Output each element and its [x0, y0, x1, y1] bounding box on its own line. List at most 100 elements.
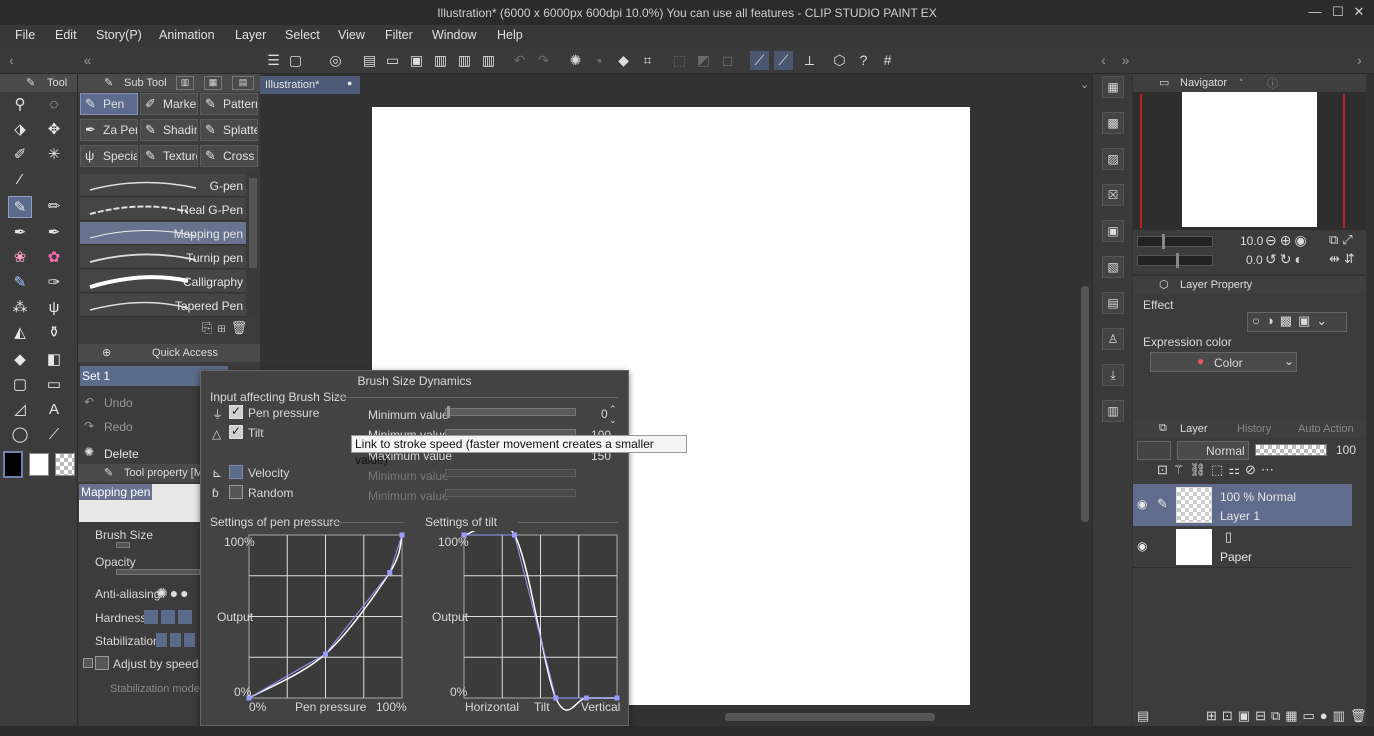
decoration-tool-icon[interactable]: ❀ — [8, 247, 32, 269]
layer-opacity-slider[interactable] — [1255, 444, 1327, 456]
navigator-preview[interactable] — [1133, 92, 1366, 230]
watercolor-tool-icon[interactable]: ✎ — [8, 272, 32, 294]
tab-modified-dot-icon[interactable]: ● — [347, 78, 352, 88]
collapse-left-double-icon[interactable]: « — [78, 51, 97, 70]
clear-icon[interactable]: ▪ — [590, 51, 609, 70]
brush-item-g-pen[interactable]: G-pen — [80, 174, 246, 197]
save-icon[interactable]: ▣ — [407, 51, 426, 70]
snap-special-ruler-icon[interactable]: ⟋ — [774, 51, 793, 70]
material-download-icon[interactable]: ⤓ — [1102, 364, 1124, 386]
ink-tool-icon[interactable]: ✑ — [42, 272, 66, 294]
menu-window[interactable]: Window — [432, 28, 476, 42]
tool-tab-label[interactable]: Tool — [47, 77, 67, 89]
pressure-control-point[interactable] — [399, 532, 405, 538]
layer-color-select[interactable] — [1137, 441, 1171, 460]
layer-lock-buttons[interactable]: ⊡⚚⛓⬚⚏⊘⋯ — [1157, 462, 1279, 478]
text-tool-icon[interactable]: A — [42, 399, 66, 421]
brush-item-calligraphy[interactable]: Calligraphy — [80, 270, 246, 293]
brush-tool-icon[interactable]: ✒ — [8, 222, 32, 244]
export-psd-icon[interactable]: ▥ — [479, 51, 498, 70]
menu-layer[interactable]: Layer — [235, 28, 266, 42]
new-canvas-icon[interactable]: ▢ — [286, 51, 305, 70]
create-sub-tool-icon[interactable]: ⊞ — [217, 320, 230, 335]
expand-right-icon[interactable]: » — [1116, 51, 1135, 70]
pressure-control-point[interactable] — [323, 651, 328, 657]
edit-pen-icon[interactable]: ✎ — [1157, 496, 1168, 512]
maximize-button[interactable]: ☐ — [1329, 3, 1347, 21]
loading-icon[interactable]: ✺ — [566, 51, 585, 70]
export-jpg-icon[interactable]: ▥ — [431, 51, 450, 70]
canvas-v-scrollbar[interactable] — [1080, 96, 1090, 716]
sub-tool-group-cross[interactable]: ✎ Cross — [200, 145, 258, 167]
menu-view[interactable]: View — [338, 28, 365, 42]
blend-mode-select[interactable]: Normal — [1177, 441, 1249, 460]
fill-tool-icon[interactable]: ◆ — [8, 349, 32, 371]
gradient-tool-icon[interactable]: ◧ — [42, 349, 66, 371]
random-checkbox[interactable] — [229, 485, 243, 499]
sub-tool-group-pattern[interactable]: ✎ Pattern — [200, 93, 258, 115]
quick-access-tab-label[interactable]: Quick Access — [152, 347, 218, 359]
deselect-icon[interactable]: ⬚ — [670, 51, 689, 70]
quick-redo[interactable]: Redo — [104, 420, 133, 434]
pressure-control-point[interactable] — [387, 569, 393, 575]
stabilization-options[interactable] — [156, 633, 196, 647]
open-file-icon[interactable]: ▭ — [383, 51, 402, 70]
ribbon-tool-icon[interactable]: ✿ — [42, 247, 66, 269]
material-pattern-icon[interactable]: ▩ — [1102, 112, 1124, 134]
subview-tab-icon[interactable]: ◔ — [1237, 75, 1244, 87]
sub-tool-group-splatter[interactable]: ✎ Splatter — [200, 119, 258, 141]
main-color-swatch[interactable] — [3, 451, 23, 478]
grass-tool-icon[interactable]: ψ — [42, 297, 66, 319]
anti-aliasing-options[interactable]: ✺●● — [156, 585, 191, 602]
panel-tab-icon-2[interactable]: ▦ — [204, 76, 222, 90]
velocity-checkbox[interactable] — [229, 465, 243, 479]
move-layer-tool-icon[interactable]: ✥ — [42, 119, 66, 141]
balloon-tool-icon[interactable]: ◯ — [8, 424, 32, 446]
brush-item-turnip-pen[interactable]: Turnip pen — [80, 246, 246, 269]
layer-tab[interactable]: Layer — [1180, 423, 1208, 435]
transform-icon[interactable]: ⌗ — [638, 51, 657, 70]
layer-settings-icon[interactable]: ▤ — [1137, 708, 1149, 724]
copy-sub-tool-icon[interactable]: ⎘ — [202, 320, 217, 335]
clip-studio-icon[interactable]: ◎ — [326, 51, 345, 70]
eraser-tool-icon[interactable]: ◭ — [8, 322, 32, 344]
expression-color-select[interactable]: ● Color ⌄ — [1150, 352, 1297, 372]
correct-line-tool-icon[interactable]: ⟋ — [42, 424, 66, 446]
snap-grid-icon[interactable]: ⟂ — [800, 51, 819, 70]
export-png-icon[interactable]: ▥ — [455, 51, 474, 70]
airbrush-tool-icon[interactable]: ✒ — [42, 222, 66, 244]
sub-tool-group-texture[interactable]: ✎ Texture — [140, 145, 198, 167]
pen-tool-icon[interactable]: ✎ — [8, 196, 32, 218]
menu-edit[interactable]: Edit — [55, 28, 77, 42]
layer-row-paper[interactable]: ◉ ▯ Paper — [1133, 526, 1352, 568]
view-controls[interactable]: ⧉⤢ — [1329, 232, 1357, 248]
navigator-tab-label[interactable]: Navigator — [1180, 77, 1227, 89]
hardness-options[interactable] — [144, 610, 194, 624]
menu-story[interactable]: Story(P) — [96, 28, 142, 42]
brush-item-tapered-pen[interactable]: Tapered Pen — [80, 294, 246, 317]
transparent-color-swatch[interactable] — [55, 453, 75, 476]
canvas-tab-menu-icon[interactable]: ⌄ — [1080, 78, 1089, 91]
collapse-left-icon[interactable]: ‹ — [2, 51, 21, 70]
rotation-slider[interactable] — [1137, 253, 1213, 268]
eyedropper-tool-icon[interactable]: ⁄ — [8, 169, 32, 191]
tilt-control-point[interactable] — [553, 695, 559, 701]
material-pose-icon[interactable]: ♙ — [1102, 328, 1124, 350]
layer-row-layer-1[interactable]: ◉ ✎ 100 % Normal Layer 1 — [1133, 484, 1352, 526]
sub-tool-group-special[interactable]: ψ Special — [80, 145, 138, 167]
effect-buttons[interactable]: ○◑▩▣⌄ — [1247, 312, 1347, 332]
visibility-eye-icon[interactable]: ◉ — [1137, 497, 1147, 511]
3d-icon[interactable]: ⬡ — [830, 51, 849, 70]
rotation-controls[interactable]: ↺↻◐ — [1265, 251, 1306, 268]
material-image-icon[interactable]: ▨ — [1102, 148, 1124, 170]
menu-animation[interactable]: Animation — [159, 28, 215, 42]
history-tab[interactable]: History — [1237, 423, 1271, 435]
selection-pen-tool-icon[interactable]: ✐ — [8, 144, 32, 166]
layer-action-buttons[interactable]: ⊞⊡▣⊟⧉▦▭●▥🗑 — [1206, 708, 1371, 724]
expand-right-single-icon[interactable]: › — [1350, 51, 1369, 70]
undo-icon[interactable]: ↶ — [510, 51, 529, 70]
sub-color-swatch[interactable] — [29, 453, 49, 476]
redo-icon[interactable]: ↷ — [534, 51, 553, 70]
layer-property-tab-label[interactable]: Layer Property — [1180, 279, 1252, 291]
panel-tab-icon-3[interactable]: ▤ — [232, 76, 254, 90]
